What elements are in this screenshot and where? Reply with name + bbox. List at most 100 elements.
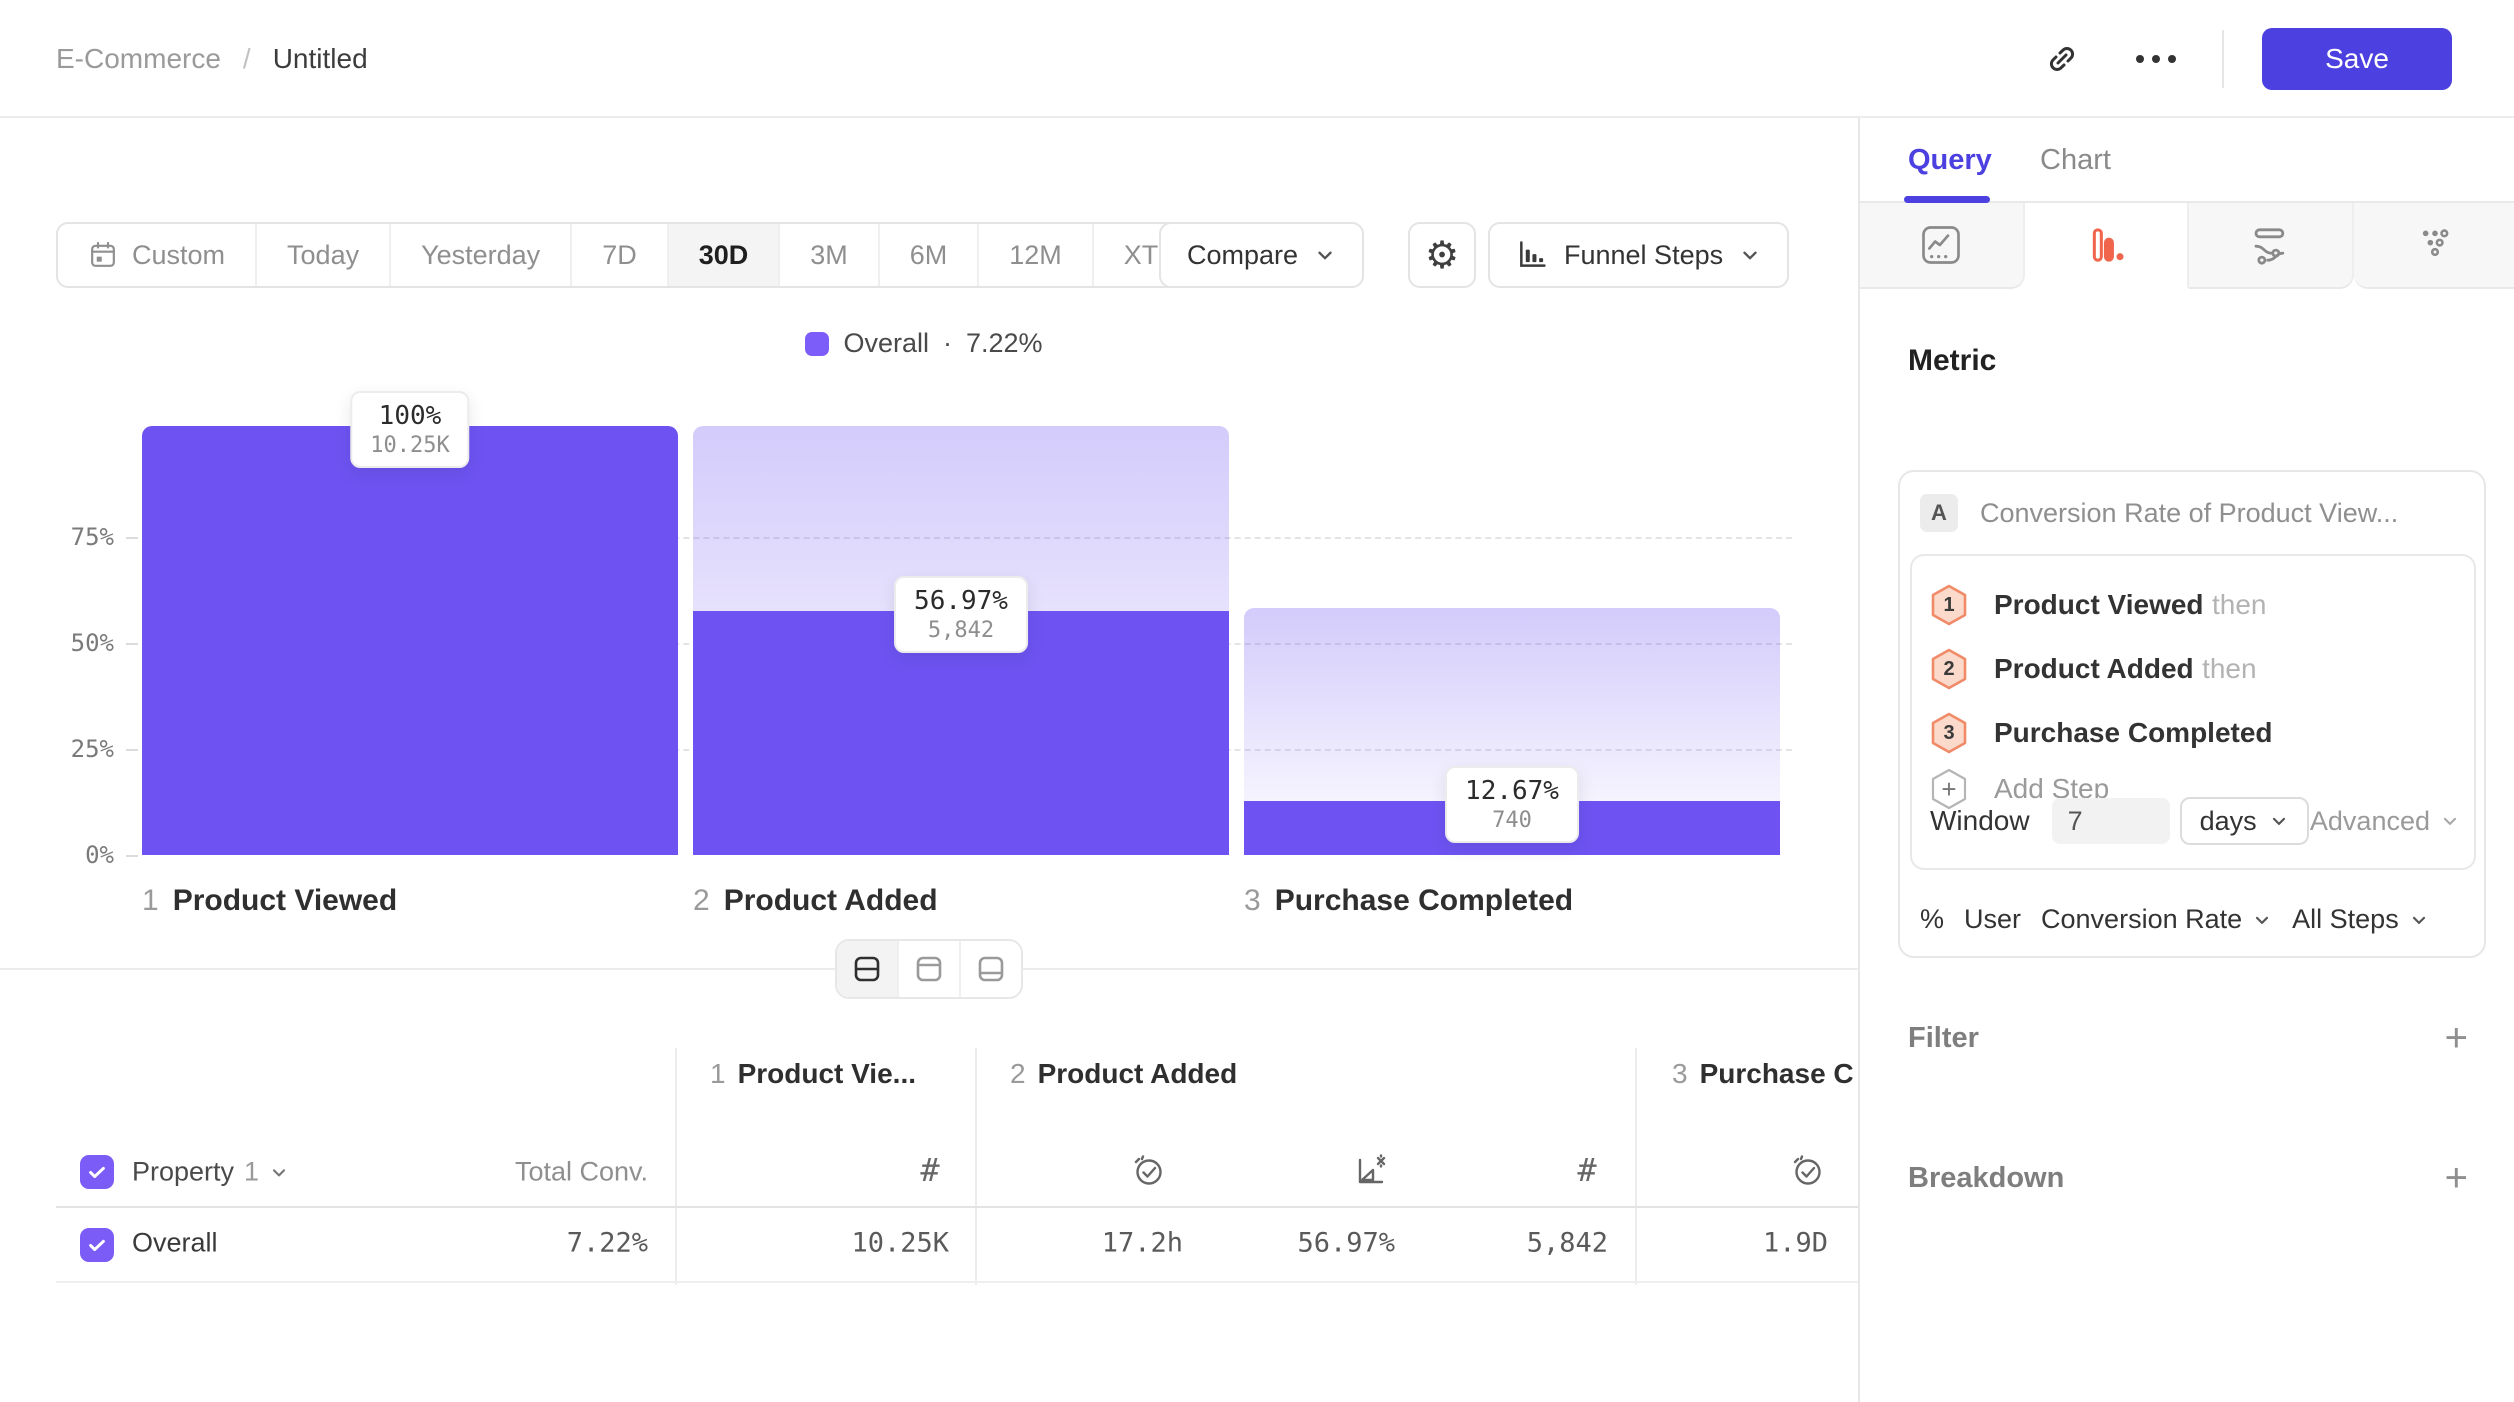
bar-value-tooltip-step2: 56.97% 5,842: [894, 576, 1028, 653]
legend-value: 7.22%: [966, 328, 1043, 359]
step-name: Product Viewed: [173, 884, 398, 918]
table-col-step3-header[interactable]: 3 Purchase C: [1672, 1058, 1854, 1090]
breakdown-section: Breakdown +: [1908, 1158, 2468, 1198]
chart-type-flow[interactable]: [2189, 203, 2354, 289]
measure-entity[interactable]: User: [1964, 904, 2021, 935]
count-metric-icon[interactable]: #: [1577, 1151, 1596, 1189]
layout-chart-only-toggle[interactable]: [899, 941, 961, 997]
metric-card: A Conversion Rate of Product View... 1 P…: [1898, 470, 2486, 958]
chart-type-funnel-selected[interactable]: [2025, 203, 2190, 289]
window-value-input[interactable]: [2052, 798, 2170, 844]
measure-scope-select[interactable]: All Steps: [2292, 904, 2429, 935]
check-icon: [86, 1234, 108, 1256]
bottom-panel-icon: [976, 954, 1006, 984]
percent-symbol[interactable]: %: [1920, 904, 1944, 935]
time-to-convert-icon[interactable]: [1130, 1152, 1166, 1188]
tooltip-percent: 56.97%: [914, 586, 1008, 616]
conversion-window-row: Window days Advanced: [1930, 797, 2460, 845]
add-breakdown-button[interactable]: +: [2445, 1158, 2468, 1198]
measure-scope-label: All Steps: [2292, 904, 2399, 935]
chart-legend[interactable]: Overall · 7.22%: [56, 328, 1792, 359]
tooltip-percent: 100%: [370, 401, 449, 431]
table-column-divider: [675, 1048, 677, 1285]
layout-table-only-toggle[interactable]: [961, 941, 1021, 997]
tooltip-count: 10.25K: [370, 433, 449, 458]
chart-type-line[interactable]: [1860, 203, 2025, 289]
query-panel: Query Chart: [1858, 118, 2514, 1402]
row-label-overall[interactable]: Overall: [132, 1228, 218, 1259]
compare-button[interactable]: Compare: [1159, 222, 1364, 288]
metric-series-row[interactable]: A Conversion Rate of Product View...: [1920, 494, 2398, 532]
bar-value-tooltip-step3: 12.67% 740: [1445, 766, 1579, 843]
range-7d[interactable]: 7D: [572, 224, 669, 286]
gear-icon: ⚙: [1425, 236, 1459, 274]
report-main: Custom Today Yesterday 7D 30D 3M 6M 12M …: [0, 118, 1858, 1402]
table-col-step2-header[interactable]: 2 Product Added: [1010, 1058, 1237, 1090]
x-label-step3: 3 Purchase Completed: [1244, 884, 1573, 918]
step-name: Product Added: [724, 884, 938, 918]
range-label: 12M: [1009, 240, 1062, 271]
save-button[interactable]: Save: [2262, 28, 2452, 90]
legend-swatch: [805, 332, 829, 356]
tab-chart[interactable]: Chart: [2040, 118, 2111, 203]
chart-type-scatter[interactable]: [2354, 203, 2514, 289]
y-tick: [126, 855, 138, 857]
chevron-down-icon: [1739, 244, 1761, 266]
range-6m[interactable]: 6M: [880, 224, 980, 286]
breadcrumb-parent[interactable]: E-Commerce: [56, 43, 221, 75]
range-12m[interactable]: 12M: [979, 224, 1094, 286]
total-conversion-header[interactable]: Total Conv.: [515, 1157, 648, 1188]
tab-query[interactable]: Query: [1908, 118, 1992, 203]
time-to-convert-icon[interactable]: [1789, 1152, 1825, 1188]
conversion-rate-trend-icon[interactable]: [1353, 1152, 1389, 1188]
range-3m[interactable]: 3M: [780, 224, 880, 286]
step-number: 3: [1943, 722, 1954, 745]
window-unit-select[interactable]: days: [2180, 797, 2309, 845]
date-range-group: Custom Today Yesterday 7D 30D 3M 6M 12M …: [56, 222, 1246, 288]
col-number: 2: [1010, 1058, 1026, 1090]
range-30d-selected[interactable]: 30D: [669, 224, 781, 286]
range-label: Yesterday: [421, 240, 540, 271]
tooltip-count: 740: [1465, 808, 1559, 833]
table-column-divider: [975, 1048, 977, 1285]
breadcrumb-current[interactable]: Untitled: [273, 43, 368, 75]
range-today[interactable]: Today: [257, 224, 391, 286]
link-icon: [2043, 40, 2081, 78]
share-link-button[interactable]: [2034, 31, 2090, 87]
top-bar: E-Commerce / Untitled Save: [0, 0, 2514, 118]
measure-metric-select[interactable]: Conversion Rate: [2041, 904, 2272, 935]
funnel-bar-step1[interactable]: [142, 426, 678, 855]
query-step-3[interactable]: 3 Purchase Completed: [1930, 712, 2273, 754]
chevron-down-icon: [2440, 811, 2460, 831]
query-step-2[interactable]: 2 Product Added then: [1930, 648, 2257, 690]
active-tab-underline: [1904, 196, 1990, 203]
range-yesterday[interactable]: Yesterday: [391, 224, 572, 286]
measure-metric-label: Conversion Rate: [2041, 904, 2242, 935]
range-label: Custom: [132, 240, 225, 271]
chevron-down-icon: [269, 1162, 289, 1182]
calendar-icon: [88, 240, 118, 270]
chart-settings-button[interactable]: ⚙: [1408, 222, 1476, 288]
window-label: Window: [1930, 805, 2030, 837]
tooltip-count: 5,842: [914, 618, 1008, 643]
add-filter-button[interactable]: +: [2445, 1018, 2468, 1058]
step-event-name: Purchase Completed: [1994, 717, 2273, 748]
advanced-toggle[interactable]: Advanced: [2310, 806, 2460, 837]
layout-split-toggle[interactable]: [837, 941, 899, 997]
y-tick-label-0: 0%: [44, 841, 114, 869]
x-label-step1: 1 Product Viewed: [142, 884, 397, 918]
property-selector[interactable]: Property 1: [132, 1157, 289, 1188]
view-type-select[interactable]: Funnel Steps: [1488, 222, 1789, 288]
row-checkbox-overall[interactable]: [80, 1228, 114, 1262]
col-name: Product Added: [1038, 1058, 1238, 1090]
table-col-step1-header[interactable]: 1 Product Vie...: [710, 1058, 916, 1090]
view-type-label: Funnel Steps: [1564, 240, 1723, 271]
select-all-checkbox[interactable]: [80, 1155, 114, 1189]
check-icon: [86, 1161, 108, 1183]
breadcrumb-separator: /: [243, 43, 251, 75]
compare-label: Compare: [1187, 240, 1298, 271]
count-metric-icon[interactable]: #: [920, 1151, 939, 1189]
range-custom[interactable]: Custom: [58, 224, 257, 286]
query-step-1[interactable]: 1 Product Viewed then: [1930, 584, 2267, 626]
more-menu-button[interactable]: [2128, 31, 2184, 87]
